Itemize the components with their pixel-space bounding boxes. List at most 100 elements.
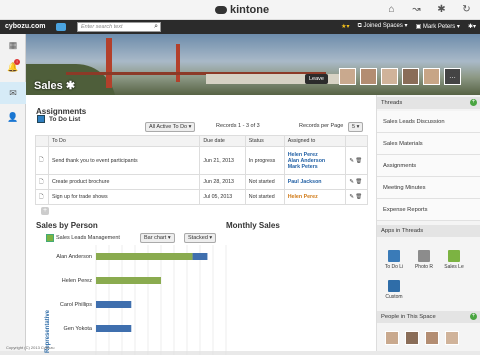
main-content: Assignments To Do List All Active To Do … xyxy=(26,95,376,355)
thread-item[interactable]: Assignments xyxy=(377,155,480,177)
sales-by-person-title: Sales by Person xyxy=(36,221,98,230)
people-list xyxy=(385,331,459,345)
bridge-tower xyxy=(106,38,112,88)
detail-icon[interactable]: 🗋 xyxy=(35,174,49,190)
row-actions: ✎ 🗑 xyxy=(345,174,368,190)
sales-app-icon xyxy=(46,234,54,242)
people-icon[interactable]: 👤 xyxy=(0,106,26,128)
sales-app-name[interactable]: Sales Leads Management xyxy=(56,235,120,241)
add-thread-button[interactable]: + xyxy=(470,99,477,106)
avatar[interactable] xyxy=(423,68,440,85)
delete-icon[interactable]: 🗑 xyxy=(355,194,362,200)
row-actions: ✎ 🗑 xyxy=(345,146,368,175)
avatar[interactable] xyxy=(402,68,419,85)
due-cell: Jun 28, 2013 xyxy=(199,174,246,190)
chat-icon[interactable] xyxy=(56,23,66,31)
assignee-link[interactable]: Paul Jackson xyxy=(288,179,343,185)
status-cell: Not started xyxy=(244,174,285,190)
app-sales[interactable]: Sales Le xyxy=(441,250,467,270)
todo-list-name[interactable]: To Do List xyxy=(49,116,80,123)
avatar[interactable] xyxy=(381,68,398,85)
favorites-icon[interactable]: ★▾ xyxy=(341,23,349,30)
avatar[interactable] xyxy=(339,68,356,85)
delete-icon[interactable]: 🗑 xyxy=(355,158,362,164)
bar[interactable] xyxy=(96,253,193,260)
brand[interactable]: cybozu.com xyxy=(5,23,45,30)
avatar[interactable] xyxy=(360,68,377,85)
sales-app-icon xyxy=(448,250,460,262)
thread-item[interactable]: Meeting Minutes xyxy=(377,177,480,199)
member-avatars: … xyxy=(339,68,461,85)
table-row[interactable]: 🗋 Create product brochure Jun 28, 2013 N… xyxy=(35,174,368,190)
alert-icon[interactable]: ↝ xyxy=(411,4,422,15)
app-todo[interactable]: To Do Li xyxy=(381,250,407,270)
leave-button[interactable]: Leave xyxy=(305,74,328,84)
detail-icon[interactable]: 🗋 xyxy=(35,189,49,205)
notification-icon[interactable]: 🔔! xyxy=(0,56,26,78)
app-photo[interactable]: Photo R xyxy=(411,250,437,270)
table-row[interactable]: 🗋 Sign up for trade shows Jul 05, 2013 N… xyxy=(35,189,368,205)
avatar[interactable] xyxy=(425,331,439,345)
search-input[interactable]: Enter search text ⌕ xyxy=(77,22,161,32)
sales-chart: RepresentativeAlan AndersonHelen PerezCa… xyxy=(45,245,227,355)
due-cell: Jul 05, 2013 xyxy=(199,189,246,205)
avatar[interactable] xyxy=(385,331,399,345)
app-label: To Do Li xyxy=(384,264,404,270)
assigned-cell: Helen Perez Alan Anderson Mark Peters xyxy=(283,146,347,175)
category-label: Gen Yokota xyxy=(64,326,93,332)
due-cell: Jun 21, 2013 xyxy=(199,146,246,175)
filter-select[interactable]: All Active To Do ▾ xyxy=(145,122,196,132)
category-label: Helen Perez xyxy=(62,278,93,284)
more-members-button[interactable]: … xyxy=(444,68,461,85)
chart-type-select[interactable]: Bar chart ▾ xyxy=(140,233,175,243)
category-label: Carol Phillips xyxy=(60,302,92,308)
portal-icon[interactable]: ▦ xyxy=(0,34,26,56)
space-icon[interactable]: ✉ xyxy=(0,82,26,104)
gear-icon[interactable]: ✱ xyxy=(436,4,447,15)
detail-icon[interactable]: 🗋 xyxy=(35,146,49,175)
joined-spaces-label: Joined Spaces xyxy=(363,23,403,29)
table-header xyxy=(345,135,368,147)
assignee-link[interactable]: Mark Peters xyxy=(288,164,343,170)
stack-select[interactable]: Stacked ▾ xyxy=(184,233,217,243)
thread-item[interactable]: Sales Materials xyxy=(377,133,480,155)
assignee-link[interactable]: Helen Perez xyxy=(288,194,343,200)
bar[interactable] xyxy=(96,301,132,308)
edit-icon[interactable]: ✎ xyxy=(349,158,353,164)
thread-item[interactable]: Expense Reports xyxy=(377,199,480,221)
delete-icon[interactable]: 🗑 xyxy=(355,179,362,185)
add-record-button[interactable]: + xyxy=(41,207,49,215)
filter-value: All Active To Do xyxy=(149,124,188,130)
search-placeholder: Enter search text xyxy=(81,24,123,30)
copyright: Copyright (C) 2013 Cybozu xyxy=(6,345,55,350)
per-page-value: 5 xyxy=(352,124,356,130)
stack-value: Stacked xyxy=(188,235,208,241)
gear-icon[interactable]: ✱ xyxy=(66,80,75,92)
todo-app-icon xyxy=(388,250,400,262)
bar[interactable] xyxy=(96,325,132,332)
app-custom[interactable]: Custom xyxy=(381,280,407,300)
monthly-sales-title: Monthly Sales xyxy=(226,221,280,230)
edit-icon[interactable]: ✎ xyxy=(349,179,353,185)
bar[interactable] xyxy=(192,253,208,260)
per-page-select[interactable]: 5 ▾ xyxy=(348,122,364,132)
bridge-tower xyxy=(176,44,180,82)
thread-item[interactable]: Sales Leads Discussion xyxy=(377,111,480,133)
table-row[interactable]: 🗋 Send thank you to event participants J… xyxy=(35,146,368,175)
cloud-icon xyxy=(215,6,227,14)
todo-app-icon xyxy=(37,115,45,123)
avatar[interactable] xyxy=(445,331,459,345)
app-label: Custom xyxy=(385,294,403,300)
settings-icon[interactable]: ✱▾ xyxy=(468,23,476,30)
refresh-icon[interactable]: ↻ xyxy=(461,4,472,15)
edit-icon[interactable]: ✎ xyxy=(349,194,353,200)
status-cell: Not started xyxy=(244,189,285,205)
add-person-button[interactable]: + xyxy=(470,313,477,320)
search-icon[interactable]: ⌕ xyxy=(154,23,158,31)
avatar[interactable] xyxy=(405,331,419,345)
kintone-logo: kintone xyxy=(215,4,269,16)
bar[interactable] xyxy=(96,277,161,284)
home-icon[interactable]: ⌂ xyxy=(386,4,397,15)
user-menu[interactable]: ▣ Mark Peters ▾ xyxy=(416,23,460,30)
joined-spaces-menu[interactable]: ⧉ Joined Spaces ▾ xyxy=(358,22,408,30)
